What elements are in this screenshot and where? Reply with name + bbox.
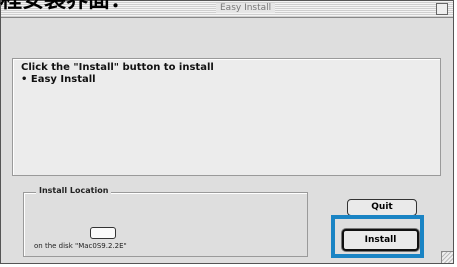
easy-install-option: • Easy Install <box>21 74 96 85</box>
page-caption: 程安装界面： <box>0 0 133 13</box>
install-location-group: Install Location on the disk "Mac0S9.2.2… <box>23 186 308 257</box>
window-title: Easy Install <box>216 3 276 13</box>
zoom-box-icon[interactable] <box>436 3 448 15</box>
quit-button[interactable]: Quit <box>347 199 417 216</box>
install-location-legend: Install Location <box>36 186 112 195</box>
install-highlight-frame <box>331 215 424 258</box>
instructions-panel: Click the "Install" button to install • … <box>12 58 441 176</box>
disk-icon[interactable] <box>90 227 116 239</box>
instruction-text: Click the "Install" button to install <box>21 62 214 73</box>
disk-label: on the disk "Mac0S9.2.2E" <box>34 242 127 250</box>
resize-grip-icon[interactable] <box>441 251 453 263</box>
